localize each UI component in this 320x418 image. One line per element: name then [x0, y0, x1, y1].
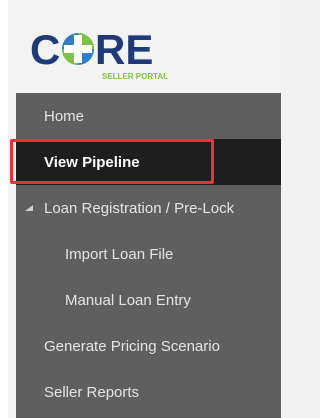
sidebar-subitem-manual-loan-entry[interactable]: Manual Loan Entry — [16, 277, 281, 323]
logo-tagline: SELLER PORTAL — [102, 72, 168, 81]
core-logo[interactable]: C RE SELLER PORTAL — [30, 22, 180, 86]
sidebar-item-label: View Pipeline — [44, 153, 140, 171]
sidebar-item-label: Seller Reports — [44, 383, 140, 401]
sidebar-item-label: Generate Pricing Scenario — [44, 337, 220, 355]
sidebar-item-loan-registration[interactable]: Loan Registration / Pre-Lock — [16, 185, 281, 231]
sidebar-nav: Home View Pipeline Loan Registration / P… — [16, 93, 281, 418]
sidebar-item-seller-reports[interactable]: Seller Reports — [16, 369, 281, 415]
sidebar-subitem-import-loan-file[interactable]: Import Loan File — [16, 231, 281, 277]
expanded-caret-icon[interactable] — [24, 204, 34, 212]
sidebar-item-label: Loan Registration / Pre-Lock — [44, 199, 235, 217]
sidebar-item-generate-pricing-scenario[interactable]: Generate Pricing Scenario — [16, 323, 281, 369]
sidebar-item-view-pipeline[interactable]: View Pipeline — [16, 139, 281, 185]
sidebar-item-label: Home — [44, 107, 85, 125]
window-left-edge — [0, 0, 8, 418]
logo-emblem-icon — [62, 33, 94, 65]
logo-letters-re: RE — [95, 26, 153, 73]
logo-letter-c: C — [30, 26, 60, 73]
seller-portal-page: C RE SELLER PORTAL Home View Pipeline Lo… — [0, 0, 281, 418]
sidebar-item-label: Manual Loan Entry — [65, 291, 191, 309]
sidebar-item-home[interactable]: Home — [16, 93, 281, 139]
sidebar-item-label: Import Loan File — [65, 245, 174, 263]
